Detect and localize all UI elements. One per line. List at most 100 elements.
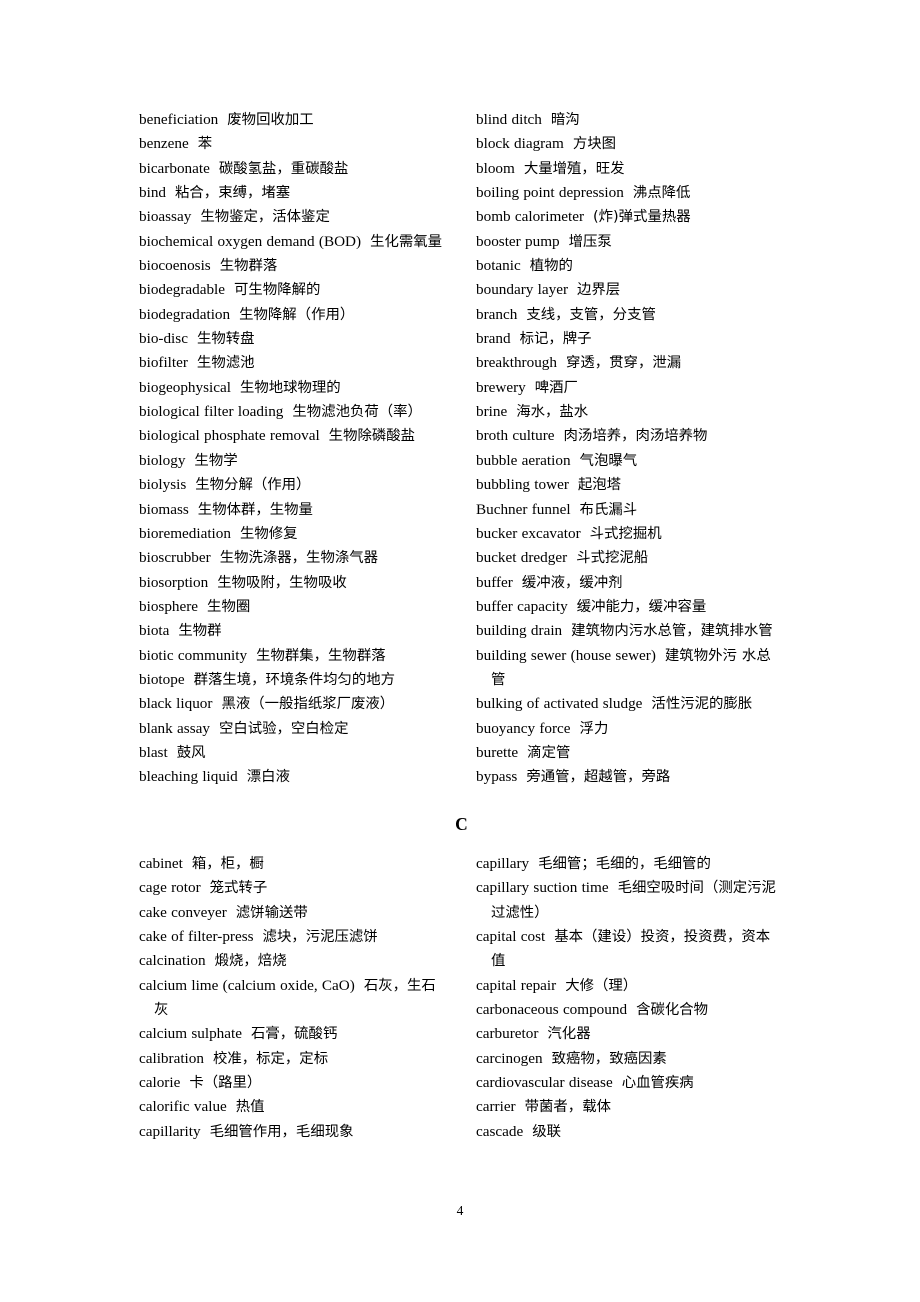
entry-term: biocoenosis [139,257,211,275]
entry-term: biomass [139,500,189,518]
entry-term: bomb calorimeter [476,208,585,226]
band-spacer-top [139,790,784,812]
glossary-entry: cake conveyer 滤饼输送带 [139,901,444,925]
entry-gloss: 活性污泥的膨胀 [651,696,753,713]
glossary-entry: cake of filter-press 滤块，污泥压滤饼 [139,925,444,949]
entry-term: bulking of activated sludge [476,695,643,713]
entry-term: carcinogen [476,1049,543,1067]
glossary-entry: blank assay 空白试验，空白检定 [139,717,444,741]
entry-term: black liquor [139,695,213,713]
entry-term: bucket dredger [476,549,568,567]
entry-gloss: 斗式挖泥船 [576,550,649,567]
glossary-entry: bubbling tower 起泡塔 [476,473,781,497]
entry-term: brewery [476,378,526,396]
glossary-entry: booster pump 增压泵 [476,230,781,254]
glossary-entry: bioremediation 生物修复 [139,522,444,546]
glossary-entry: calcium sulphate 石膏，硫酸钙 [139,1022,444,1046]
entry-term: capital repair [476,976,557,994]
entry-term: carrier [476,1098,516,1116]
entry-term: boiling point depression [476,184,624,202]
entry-gloss: 海水，盐水 [516,404,589,421]
entry-gloss: 啤酒厂 [534,379,578,396]
entry-term: cardiovascular disease [476,1074,613,1092]
entry-gloss: 生物体群，生物量 [197,501,313,518]
glossary-entry: capital cost 基本（建设）投资，投资费，资本值 [476,925,781,974]
entry-term: brine [476,403,508,421]
glossary-entry: benzene 苯 [139,132,444,156]
entry-gloss: 建筑物内污水总管，建筑排水管 [571,623,773,640]
glossary-entry: biological phosphate removal 生物除磷酸盐 [139,424,444,448]
entry-gloss: 生物吸附，生物吸收 [217,574,347,591]
entry-term: cage rotor [139,879,201,897]
entry-gloss: 群落生境，环境条件均匀的地方 [193,671,396,688]
entry-gloss: 增压泵 [568,233,612,250]
entry-term: cascade [476,1122,524,1140]
entry-term: bubbling tower [476,476,569,494]
entry-gloss: 缓冲液，缓冲剂 [521,574,623,591]
glossary-entry: carrier 带菌者，载体 [476,1095,781,1119]
entry-gloss: 含碳化合物 [636,1002,709,1019]
glossary-entry: building drain 建筑物内污水总管，建筑排水管 [476,619,781,643]
entry-term: branch [476,305,518,323]
entry-gloss: 苯 [197,136,213,153]
glossary-entry: boiling point depression 沸点降低 [476,181,781,205]
entry-gloss: 布氏漏斗 [579,501,638,518]
glossary-entry: biolysis 生物分解（作用） [139,473,444,497]
entry-gloss: 废物回收加工 [227,112,314,128]
entry-term: calorific value [139,1098,227,1116]
entry-gloss: 粘合，束缚，堵塞 [175,185,291,202]
entry-term: boundary layer [476,281,569,299]
glossary-content: beneficiation 废物回收加工 benzene 苯 bicarbonate 碳酸… [139,108,784,1178]
entry-term: calorie [139,1074,181,1092]
entry-term: bleaching liquid [139,768,238,786]
glossary-entry: capital repair 大修（理） [476,974,781,998]
entry-term: capillary suction time [476,879,609,897]
entry-gloss: 箱，柜，橱 [191,855,264,872]
entry-gloss: 生物除磷酸盐 [328,428,416,445]
glossary-entry: bioscrubber 生物洗涤器，生物涤气器 [139,546,444,570]
entry-term: buffer [476,573,513,591]
entry-term: Buchner funnel [476,500,571,518]
glossary-entry: cage rotor 笼式转子 [139,876,444,900]
entry-gloss: 鼓风 [176,744,206,761]
entry-gloss: 生物转盘 [196,331,255,348]
glossary-entry: biotic community 生物群集，生物群落 [139,644,444,668]
entry-gloss: 石膏，硫酸钙 [250,1026,338,1043]
entry-gloss: 滤块，污泥压滤饼 [262,929,378,945]
glossary-entry: beneficiation 废物回收加工 [139,108,444,132]
glossary-entry: buoyancy force 浮力 [476,717,781,741]
glossary-entry: biodegradable 可生物降解的 [139,278,444,302]
entry-gloss: 生物分解（作用） [195,477,311,494]
entry-gloss: 级联 [532,1123,562,1140]
glossary-entry: biosorption 生物吸附，生物吸收 [139,571,444,595]
entry-term: buoyancy force [476,719,571,737]
glossary-entry: black liquor 黑液（一般指纸浆厂废液） [139,692,444,716]
entry-gloss: 漂白液 [246,769,290,786]
section-letter-c: C [455,813,468,834]
entry-term: biota [139,622,170,640]
entry-term: booster pump [476,232,560,250]
glossary-entry: cabinet 箱，柜，橱 [139,852,444,876]
entry-gloss: 生物群 [178,623,222,640]
glossary-entry: burette 滴定管 [476,741,781,765]
entry-term: biosphere [139,597,199,615]
entry-gloss: 方块图 [572,136,616,153]
entry-term: calibration [139,1049,204,1067]
entry-term: burette [476,743,519,761]
entry-term: biotic community [139,646,248,664]
entry-gloss: 浮力 [579,720,609,737]
entry-gloss: 滴定管 [527,744,571,761]
entry-term: carbonaceous compound [476,1001,628,1019]
entry-term: brand [476,330,511,348]
entry-term: capillary [476,854,530,872]
entry-term: bloom [476,159,515,177]
glossary-entry: building sewer (house sewer) 建筑物外污 水总管 [476,644,781,693]
entry-gloss: 边界层 [577,282,621,299]
entry-gloss: (炸)弹式量热器 [593,209,691,226]
entry-term: block diagram [476,135,564,153]
glossary-entry: carcinogen 致癌物，致癌因素 [476,1047,781,1071]
entry-gloss: 卡（路里） [189,1075,262,1092]
glossary-entry: blind ditch 暗沟 [476,108,781,132]
glossary-entry: biota 生物群 [139,619,444,643]
entry-gloss: 缓冲能力，缓冲容量 [576,598,707,615]
